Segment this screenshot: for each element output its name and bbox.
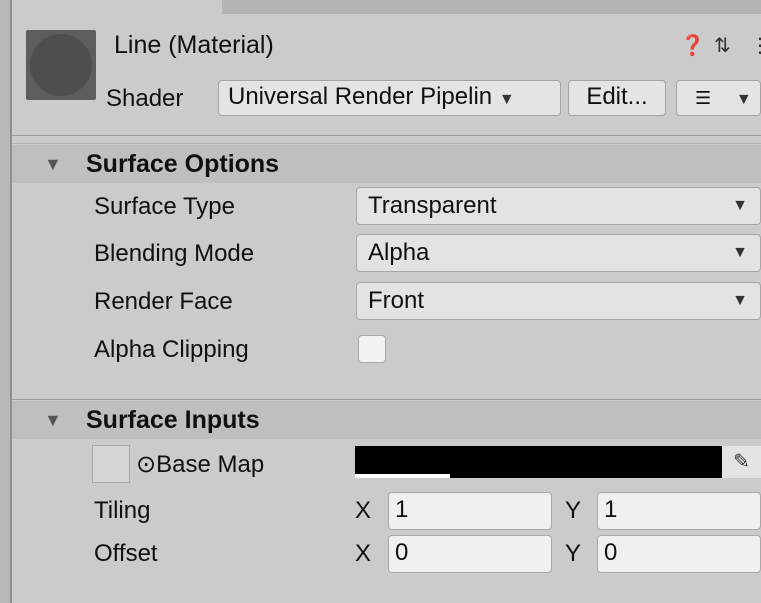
preview-sphere xyxy=(30,34,92,96)
more-options-icon[interactable]: ⋮ xyxy=(750,34,761,58)
tiling-y-label: Y xyxy=(565,497,582,524)
list-icon: ☰ xyxy=(695,88,712,108)
edit-button-label: Edit... xyxy=(586,83,648,110)
tiling-x-label: X xyxy=(355,497,372,524)
header-divider xyxy=(12,135,761,136)
chevron-down-icon: ▼ xyxy=(732,292,748,309)
render-face-label: Render Face xyxy=(94,288,233,315)
chevron-down-icon: ▼ xyxy=(732,197,748,214)
offset-y-field[interactable]: 0 xyxy=(597,535,761,573)
surface-options-title[interactable]: Surface Options xyxy=(86,145,279,183)
offset-y-label: Y xyxy=(565,540,582,567)
tiling-x-field[interactable]: 1 xyxy=(388,492,552,530)
tiling-y-field[interactable]: 1 xyxy=(597,492,761,530)
offset-x-label: X xyxy=(355,540,372,567)
foldout-triangle-icon[interactable]: ▼ xyxy=(44,401,62,439)
surface-inputs-title[interactable]: Surface Inputs xyxy=(86,401,260,439)
chevron-down-icon: ▼ xyxy=(735,91,752,108)
shader-value: Universal Render Pipelin xyxy=(228,83,493,110)
alpha-clipping-checkbox[interactable] xyxy=(358,335,386,363)
blending-mode-dropdown[interactable]: Alpha ▼ xyxy=(356,234,761,272)
chevron-down-icon: ▼ xyxy=(498,91,515,108)
tab-bar xyxy=(222,0,761,14)
edit-shader-button[interactable]: Edit... xyxy=(568,80,666,116)
material-title: Line (Material) xyxy=(114,31,274,59)
sliders-icon[interactable]: ⇅ xyxy=(714,34,731,58)
tiling-label: Tiling xyxy=(94,497,151,524)
base-map-texture-slot[interactable] xyxy=(92,445,130,483)
shader-label: Shader xyxy=(106,85,184,112)
blending-mode-label: Blending Mode xyxy=(94,240,255,267)
shader-list-button[interactable]: ☰ ▼ xyxy=(676,80,761,116)
surface-type-value: Transparent xyxy=(368,192,497,219)
shader-dropdown[interactable]: Universal Render Pipelin ▼ xyxy=(218,80,561,116)
alpha-clipping-label: Alpha Clipping xyxy=(94,336,249,363)
surface-type-dropdown[interactable]: Transparent ▼ xyxy=(356,187,761,225)
surface-type-label: Surface Type xyxy=(94,193,235,220)
blending-mode-value: Alpha xyxy=(368,239,430,266)
chevron-down-icon: ▼ xyxy=(732,244,748,261)
header-divider-2 xyxy=(12,143,761,144)
section-divider xyxy=(12,399,761,400)
inspector-tab[interactable] xyxy=(12,0,222,14)
material-preview-thumbnail xyxy=(26,30,96,100)
render-face-value: Front xyxy=(368,287,425,314)
base-map-label[interactable]: ⊙Base Map xyxy=(136,448,264,482)
color-alpha-bar xyxy=(355,474,450,478)
render-face-dropdown[interactable]: Front ▼ xyxy=(356,282,761,320)
offset-x-field[interactable]: 0 xyxy=(388,535,552,573)
offset-label: Offset xyxy=(94,540,158,567)
help-icon[interactable]: ❓ xyxy=(680,34,705,58)
eyedropper-icon[interactable]: ✎ xyxy=(722,446,761,478)
foldout-triangle-icon[interactable]: ▼ xyxy=(44,145,62,183)
